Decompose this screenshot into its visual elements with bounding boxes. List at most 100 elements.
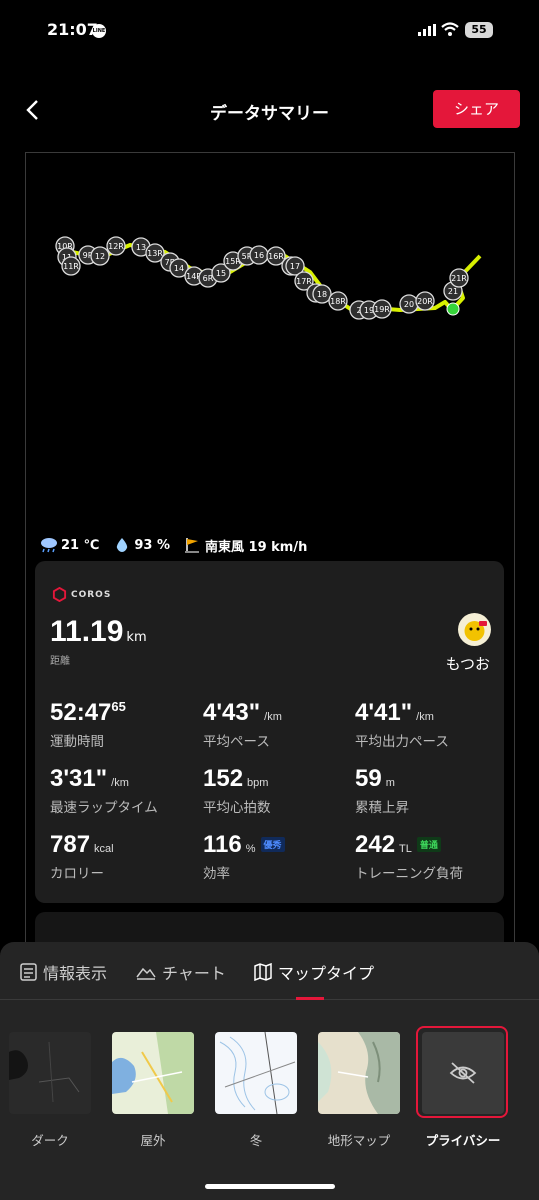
stat-number: 152 xyxy=(203,765,244,792)
stat-value: 116% 優秀 xyxy=(203,831,285,859)
route-end-marker xyxy=(446,302,460,316)
maptype-label: ダーク xyxy=(31,1133,69,1148)
outdoor-map-thumbnail xyxy=(112,1032,194,1114)
active-tab-indicator xyxy=(296,997,324,1000)
maptype-label: 屋外 xyxy=(140,1133,166,1148)
lap-marker-label: 18R xyxy=(330,297,346,306)
stat-value: 59 m xyxy=(355,765,409,793)
selected-frame xyxy=(416,1026,508,1118)
lap-marker-label: 12R xyxy=(108,242,124,251)
lap-marker-label: 18 xyxy=(317,290,327,299)
stat-unit: bpm xyxy=(247,777,269,789)
stat-item: 787 kcal カロリー xyxy=(50,831,114,882)
stat-item: 3'31"/km 最速ラップタイム xyxy=(50,765,158,816)
lap-marker-label: 21R xyxy=(451,274,467,283)
dark-map-thumbnail xyxy=(9,1032,91,1114)
maptype-label: プライバシー xyxy=(425,1133,501,1148)
bottom-sheet: 情報表示 チャート マップタイプ ダーク 屋外 冬 地形マップ プライバシー xyxy=(0,942,539,1200)
document-list-icon xyxy=(20,963,37,981)
temperature-text: 21 ℃ xyxy=(61,537,100,553)
user-avatar[interactable] xyxy=(458,613,491,646)
stat-number: 3'31" xyxy=(50,765,108,792)
stat-unit: kcal xyxy=(94,843,114,855)
lap-marker-label: 21 xyxy=(448,287,458,296)
sheet-tabs: 情報表示 チャート マップタイプ xyxy=(0,942,539,1000)
stat-rating-badge: 普通 xyxy=(416,837,441,852)
stat-item: 152 bpm 平均心拍数 xyxy=(203,765,271,816)
coros-logo-icon xyxy=(52,587,67,602)
stat-item: 4'43"/km 平均ペース xyxy=(203,699,282,750)
maptype-outdoor[interactable]: 屋外 xyxy=(112,1032,194,1149)
stat-number: 4'43" xyxy=(203,699,261,726)
maptype-privacy[interactable]: プライバシー xyxy=(416,1026,508,1149)
stat-label: 運動時間 xyxy=(50,734,104,750)
lap-marker-label: 16 xyxy=(254,251,264,260)
folded-map-icon xyxy=(254,963,272,981)
stat-value: 152 bpm xyxy=(203,765,271,793)
stat-number: 787 xyxy=(50,831,91,858)
share-button[interactable]: シェア xyxy=(433,90,520,128)
home-indicator[interactable] xyxy=(205,1184,335,1189)
lap-marker-label: 11R xyxy=(63,262,79,271)
wind-flag-icon xyxy=(185,538,200,553)
wifi-icon xyxy=(441,22,459,36)
lap-marker-label: 14 xyxy=(174,264,184,273)
stat-label: 最速ラップタイム xyxy=(50,800,158,816)
stat-rating-badge: 優秀 xyxy=(260,837,285,852)
weather-row: 21 ℃ 93 % 南東風 19 km/h xyxy=(40,536,307,555)
stat-item: 52:4765 運動時間 xyxy=(50,699,126,750)
maptype-winter[interactable]: 冬 xyxy=(215,1032,297,1149)
maptype-terrain[interactable]: 地形マップ xyxy=(318,1032,400,1149)
maptype-label: 地形マップ xyxy=(327,1133,391,1148)
stat-value: 4'43"/km xyxy=(203,699,282,727)
stat-unit: % xyxy=(245,843,256,855)
stat-subsecond: 65 xyxy=(111,699,126,714)
lap-marker-label: 13 xyxy=(136,243,146,252)
lap-marker-label: 17R xyxy=(296,277,312,286)
stat-unit: m xyxy=(385,777,395,789)
maptype-label: 冬 xyxy=(249,1133,263,1148)
stat-item: 116% 優秀 効率 xyxy=(203,831,285,882)
lap-marker-label: 19R xyxy=(374,305,390,314)
battery-indicator: 55 xyxy=(465,22,493,38)
lap-marker-label: 20R xyxy=(417,297,433,306)
stat-value: 52:4765 xyxy=(50,699,126,727)
lap-marker-label: 20 xyxy=(404,300,414,309)
humidity-drop-icon xyxy=(117,538,128,552)
username: もつお xyxy=(445,655,490,673)
stat-unit: TL xyxy=(399,843,412,855)
lap-marker-label: 12 xyxy=(95,252,105,261)
stat-value: 242 TL 普通 xyxy=(355,831,463,859)
distance-value: 11.19 km xyxy=(50,615,147,648)
stat-value: 787 kcal xyxy=(50,831,114,859)
stat-label: トレーニング負荷 xyxy=(355,866,463,882)
cellular-signal-icon xyxy=(418,24,436,36)
stat-label: 効率 xyxy=(203,866,230,882)
stat-item: 59 m 累積上昇 xyxy=(355,765,409,816)
stat-label: 平均ペース xyxy=(203,734,270,750)
line-notification-icon: LINE xyxy=(92,24,106,38)
stat-item: 242 TL 普通トレーニング負荷 xyxy=(355,831,463,882)
lap-marker-label: 16R xyxy=(268,252,284,261)
stat-number: 4'41" xyxy=(355,699,413,726)
stat-unit: /km xyxy=(264,711,282,723)
lap-markers: 10R1111R9R1212R1313R7R1414R6R1515R5R1616… xyxy=(55,236,469,320)
brand-name: COROS xyxy=(71,589,112,600)
stat-unit: /km xyxy=(416,711,434,723)
activity-summary-card: COROS 11.19 km 距離 もつお 52:4765 運動時間 4'43"/km… xyxy=(35,561,504,903)
stat-number: 59 xyxy=(355,765,382,792)
tab-map-type[interactable]: マップタイプ xyxy=(254,960,374,984)
mountain-chart-icon xyxy=(136,967,156,980)
stat-value: 3'31"/km xyxy=(50,765,158,793)
maptype-dark[interactable]: ダーク xyxy=(9,1032,91,1149)
lap-marker-label: 15 xyxy=(216,269,226,278)
route-map-canvas: 10R1111R9R1212R1313R7R1414R6R1515R5R1616… xyxy=(55,236,482,320)
stat-label: カロリー xyxy=(50,866,104,882)
tab-chart[interactable]: チャート xyxy=(136,960,226,984)
stat-number: 242 xyxy=(355,831,396,858)
tab-info-display[interactable]: 情報表示 xyxy=(20,960,107,984)
winter-map-thumbnail xyxy=(215,1032,297,1114)
humidity-text: 93 % xyxy=(134,537,171,553)
status-bar: 21:07 LINE 55 xyxy=(0,0,539,60)
status-time: 21:07 xyxy=(47,20,98,39)
